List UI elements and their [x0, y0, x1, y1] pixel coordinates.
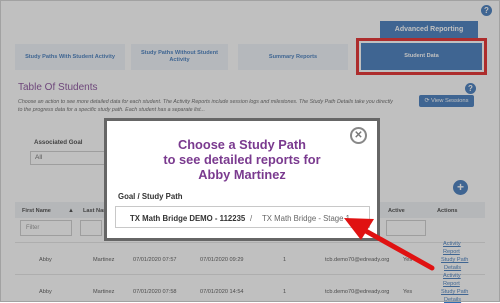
red-arrow-annotation: [344, 218, 435, 271]
